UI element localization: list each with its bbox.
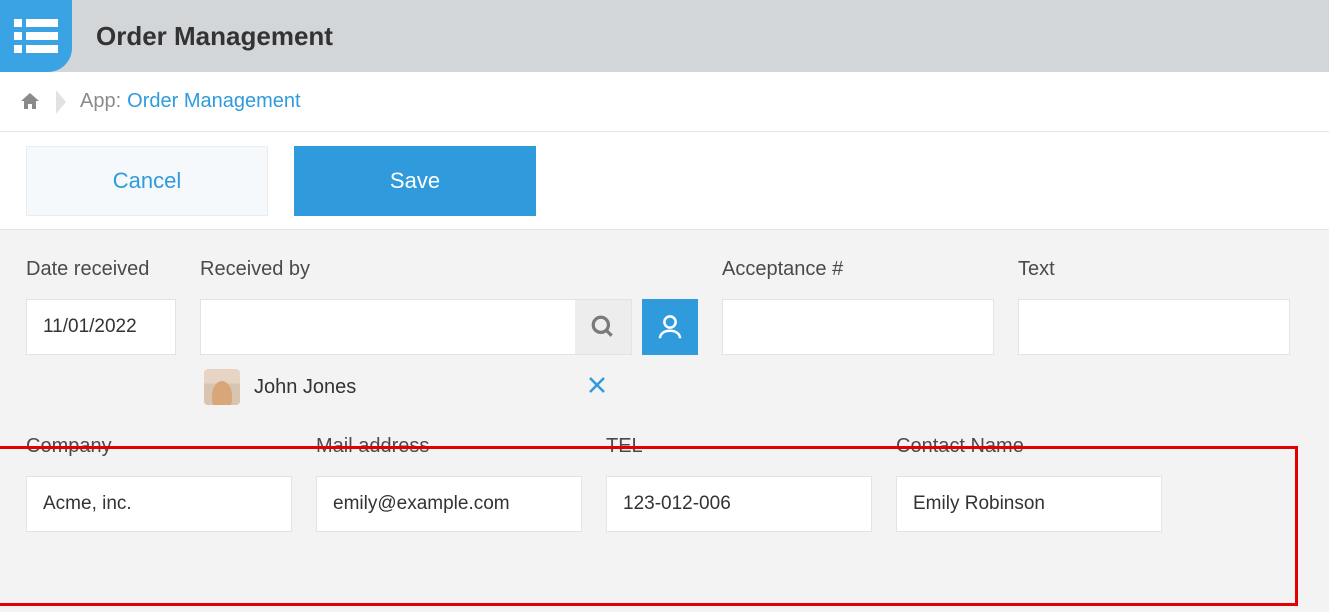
company-label: Company: [26, 435, 292, 458]
close-icon: [588, 376, 606, 394]
home-icon[interactable]: [18, 90, 42, 114]
received-by-input[interactable]: [201, 300, 575, 354]
breadcrumb: App: Order Management: [0, 72, 1329, 132]
selected-user-chip: John Jones: [200, 365, 620, 409]
app-logo-icon: [0, 0, 72, 72]
contact-input[interactable]: [896, 476, 1162, 532]
breadcrumb-app-link[interactable]: Order Management: [127, 90, 300, 113]
form-area: Date received Received by: [0, 230, 1329, 612]
avatar: [204, 369, 240, 405]
user-picker-button[interactable]: [642, 299, 698, 355]
received-by-input-box: [200, 299, 632, 355]
received-by-label: Received by: [200, 258, 698, 281]
selected-user-name: John Jones: [254, 376, 582, 399]
text-label: Text: [1018, 258, 1290, 281]
search-icon: [590, 314, 616, 340]
save-button[interactable]: Save: [294, 146, 536, 216]
contact-label: Contact Name: [896, 435, 1162, 458]
company-input[interactable]: [26, 476, 292, 532]
acceptance-label: Acceptance #: [722, 258, 994, 281]
date-received-input[interactable]: [26, 299, 176, 355]
breadcrumb-app-label: App:: [80, 90, 121, 113]
app-header: Order Management: [0, 0, 1329, 72]
received-by-search-button[interactable]: [575, 300, 631, 354]
action-toolbar: Cancel Save: [0, 132, 1329, 230]
tel-input[interactable]: [606, 476, 872, 532]
cancel-button[interactable]: Cancel: [26, 146, 268, 216]
date-received-label: Date received: [26, 258, 176, 281]
mail-input[interactable]: [316, 476, 582, 532]
text-input[interactable]: [1018, 299, 1290, 355]
tel-label: TEL: [606, 435, 872, 458]
user-icon: [655, 312, 685, 342]
app-title: Order Management: [96, 21, 333, 52]
remove-user-button[interactable]: [582, 374, 612, 400]
acceptance-input[interactable]: [722, 299, 994, 355]
mail-label: Mail address: [316, 435, 582, 458]
breadcrumb-chevron-icon: [56, 90, 66, 114]
